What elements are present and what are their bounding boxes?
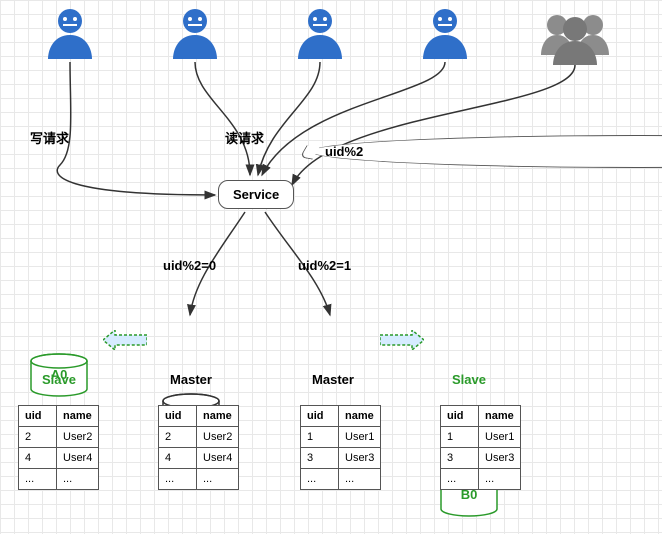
table-row: 4User4 <box>19 448 99 469</box>
service-node: Service <box>218 180 294 209</box>
shard-rule-bubble: uid%2 <box>310 135 662 168</box>
th-uid: uid <box>159 406 197 427</box>
db-b0-role: Slave <box>438 372 500 387</box>
table-row: ...... <box>19 469 99 490</box>
th-uid: uid <box>301 406 339 427</box>
replication-arrow-right-icon <box>380 330 420 350</box>
table-row: ...... <box>159 469 239 490</box>
table-b: uidname 1User1 3User3 ...... <box>300 405 381 490</box>
user-icon <box>415 5 475 65</box>
branch-left-label: uid%2=0 <box>163 258 216 273</box>
th-name: name <box>197 406 239 427</box>
group-icon <box>535 5 615 70</box>
table-row: 2User2 <box>159 427 239 448</box>
table-row: 1User1 <box>301 427 381 448</box>
table-row: uidname <box>301 406 381 427</box>
user-icon <box>165 5 225 65</box>
db-a0-role: Slave <box>28 372 90 387</box>
th-name: name <box>339 406 381 427</box>
table-row: 2User2 <box>19 427 99 448</box>
table-row: 3User3 <box>301 448 381 469</box>
table-row: ...... <box>441 469 521 490</box>
th-name: name <box>479 406 521 427</box>
read-request-label: 读请求 <box>225 128 264 147</box>
replication-arrow-left-icon <box>103 330 143 350</box>
table-row: ...... <box>301 469 381 490</box>
th-uid: uid <box>441 406 479 427</box>
table-row: uidname <box>441 406 521 427</box>
db-b-role: Master <box>302 372 364 387</box>
table-b0: uidname 1User1 3User3 ...... <box>440 405 521 490</box>
table-row: 4User4 <box>159 448 239 469</box>
th-name: name <box>57 406 99 427</box>
table-a: uidname 2User2 4User4 ...... <box>158 405 239 490</box>
table-row: 3User3 <box>441 448 521 469</box>
user-icon <box>40 5 100 65</box>
db-a-role: Master <box>160 372 222 387</box>
table-row: 1User1 <box>441 427 521 448</box>
shard-rule-text: uid%2 <box>325 144 363 159</box>
write-request-label: 写请求 <box>30 128 69 147</box>
table-row: uidname <box>159 406 239 427</box>
branch-right-label: uid%2=1 <box>298 258 351 273</box>
table-a0: uidname 2User2 4User4 ...... <box>18 405 99 490</box>
table-row: uidname <box>19 406 99 427</box>
user-icon <box>290 5 350 65</box>
th-uid: uid <box>19 406 57 427</box>
service-label: Service <box>233 187 279 202</box>
